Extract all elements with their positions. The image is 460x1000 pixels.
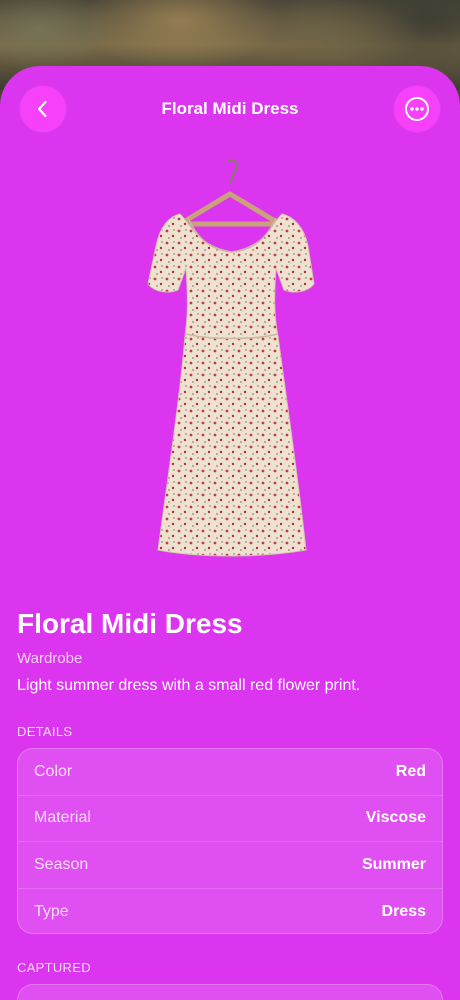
- detail-value: Dress: [381, 902, 426, 920]
- item-category: Wardrobe: [17, 650, 83, 667]
- detail-value: Summer: [361, 855, 426, 873]
- item-description: Light summer dress with a small red flow…: [17, 677, 361, 694]
- detail-row-type: Type Dress: [18, 889, 442, 936]
- ellipsis-circle-icon: [405, 97, 429, 121]
- detail-row-color: Color Red: [18, 749, 442, 796]
- captured-section-label: CAPTURED: [17, 960, 91, 975]
- detail-label: Material: [34, 809, 91, 827]
- detail-label: Color: [34, 762, 73, 780]
- details-card: Color Red Material Viscose Season Summer…: [17, 748, 443, 934]
- nav-title: Floral Midi Dress: [161, 99, 299, 118]
- detail-label: Season: [34, 855, 89, 873]
- detail-label: Type: [34, 902, 69, 920]
- more-options-button[interactable]: [394, 86, 440, 132]
- nav-bar: Floral Midi Dress: [0, 86, 460, 132]
- detail-value: Viscose: [365, 809, 426, 827]
- item-title: Floral Midi Dress: [17, 608, 243, 639]
- item-detail-sheet: Floral Midi Dress Floral Midi Dress Ward…: [0, 66, 460, 1000]
- detail-value: Red: [395, 762, 426, 780]
- captured-card: [17, 984, 443, 1000]
- back-button[interactable]: [20, 86, 66, 132]
- product-image: [147, 158, 315, 557]
- detail-row-material: Material Viscose: [18, 796, 442, 842]
- chevron-left-icon: [37, 100, 47, 118]
- details-section-label: DETAILS: [17, 724, 73, 739]
- detail-row-season: Season Summer: [18, 842, 442, 889]
